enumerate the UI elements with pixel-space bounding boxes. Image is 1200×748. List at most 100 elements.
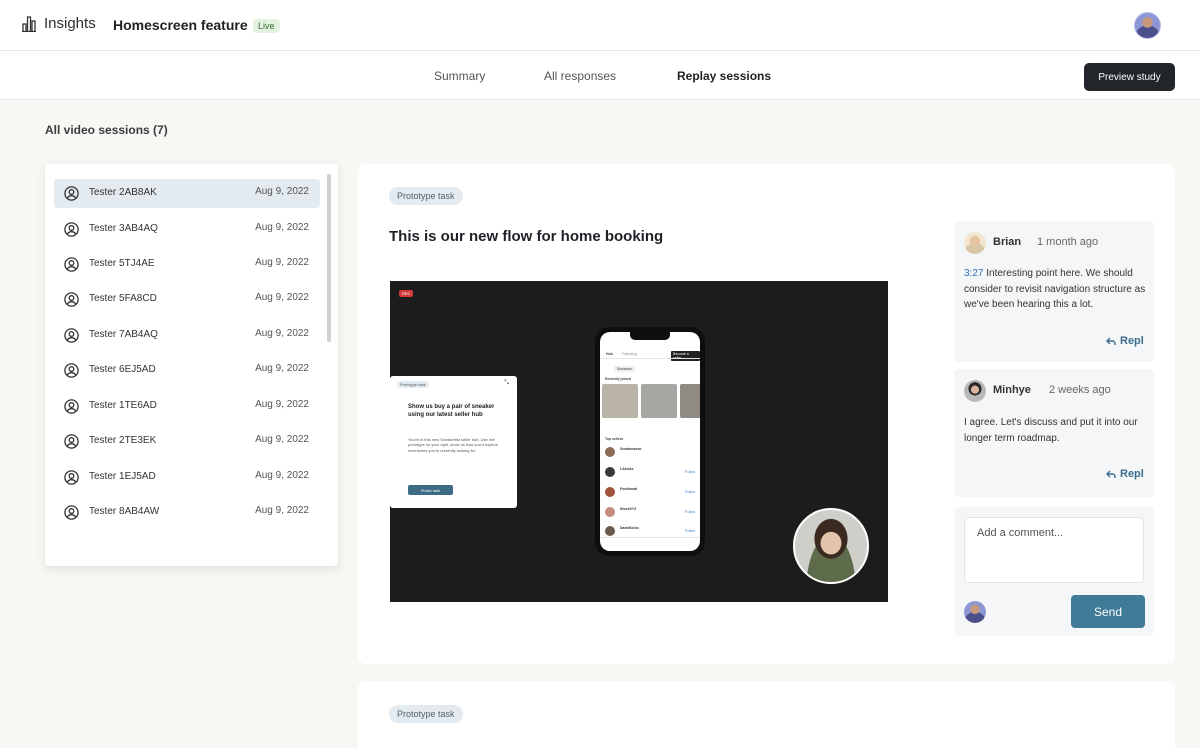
user-circle-icon bbox=[64, 363, 79, 378]
session-row[interactable]: Tester 3AB4AQ Aug 9, 2022 bbox=[54, 215, 320, 244]
reply-label: Repl bbox=[1120, 468, 1144, 480]
tab-summary[interactable]: Summary bbox=[434, 69, 485, 83]
user-avatar[interactable] bbox=[1134, 12, 1161, 39]
session-row[interactable]: Tester 5TJ4AE Aug 9, 2022 bbox=[54, 250, 320, 279]
phone-become-seller: Become a seller bbox=[671, 351, 700, 361]
session-date: Aug 9, 2022 bbox=[255, 470, 309, 481]
session-row[interactable]: Tester 5FA8CD Aug 9, 2022 bbox=[54, 285, 320, 314]
bar-chart-icon bbox=[22, 15, 36, 32]
send-button[interactable]: Send bbox=[1071, 595, 1145, 628]
user-circle-icon bbox=[64, 470, 79, 485]
phone-filter-chip: Sneakers bbox=[614, 366, 635, 372]
session-name: Tester 7AB4AQ bbox=[89, 329, 158, 340]
seller-avatar bbox=[605, 507, 615, 517]
reply-icon bbox=[1106, 470, 1116, 478]
comment-text: I agree. Let's discuss and put it into o… bbox=[964, 417, 1138, 444]
popup-heading: Show us buy a pair of sneaker using our … bbox=[408, 404, 495, 419]
tab-bar: Summary All responses Replay sessions Pr… bbox=[0, 51, 1200, 100]
phone-seller-row: Footbread Follow bbox=[605, 485, 695, 499]
phone-tile bbox=[680, 384, 700, 418]
reply-label: Repl bbox=[1120, 335, 1144, 347]
comment-input[interactable] bbox=[964, 517, 1144, 583]
task-card: Prototype task This is our new flow for … bbox=[358, 164, 1175, 664]
scrollbar-thumb[interactable] bbox=[327, 174, 331, 342]
user-circle-icon bbox=[64, 328, 79, 343]
seller-name: LAkicks bbox=[620, 467, 634, 471]
phone-seller-row: LAkicks Follow bbox=[605, 465, 695, 479]
user-circle-icon bbox=[64, 505, 79, 520]
collapse-icon: ⤡ bbox=[504, 380, 509, 386]
session-row[interactable]: Tester 6EJ5AD Aug 9, 2022 bbox=[54, 356, 320, 385]
top-bar: Insights Homescreen feature Live bbox=[0, 0, 1200, 51]
preview-study-button[interactable]: Preview study bbox=[1084, 63, 1175, 91]
avatar bbox=[964, 380, 986, 402]
video-timestamp-link[interactable]: 3:27 bbox=[964, 268, 983, 279]
task-popup: Prototype task ⤡ Show us buy a pair of s… bbox=[390, 376, 517, 508]
popup-body: You're in this new Sneakerlist seller hu… bbox=[408, 437, 499, 453]
finish-task-button: Finish task bbox=[408, 485, 453, 495]
user-circle-icon bbox=[64, 434, 79, 449]
comment-author: Brian bbox=[993, 236, 1022, 248]
task-card: Prototype task bbox=[358, 681, 1175, 748]
reply-button[interactable]: Repl bbox=[1106, 335, 1144, 347]
comment-card: Minhye 2 weeks ago I agree. Let's discus… bbox=[954, 369, 1154, 497]
seller-name: Sneakmaster bbox=[620, 447, 642, 451]
session-date: Aug 9, 2022 bbox=[255, 399, 309, 410]
reply-icon bbox=[1106, 337, 1116, 345]
comment-text: 3:27 Interesting point here. We should c… bbox=[964, 266, 1146, 313]
session-name: Tester 2TE3EK bbox=[89, 435, 157, 446]
comment-card: Brian 1 month ago 3:27 Interesting point… bbox=[954, 221, 1154, 362]
phone-recently-joined: Recently joined bbox=[605, 377, 631, 381]
user-circle-icon bbox=[64, 186, 79, 201]
avatar bbox=[964, 601, 986, 623]
follow-label: Follow bbox=[684, 529, 695, 533]
seller-name: DavidKicks bbox=[620, 526, 639, 530]
seller-avatar bbox=[605, 487, 615, 497]
session-date: Aug 9, 2022 bbox=[255, 292, 309, 303]
session-row[interactable]: Tester 1EJ5AD Aug 9, 2022 bbox=[54, 463, 320, 492]
user-circle-icon bbox=[64, 292, 79, 307]
rec-badge: REC bbox=[399, 290, 414, 297]
phone-seller-row: Sneakmaster bbox=[605, 445, 695, 459]
session-row[interactable]: Tester 2TE3EK Aug 9, 2022 bbox=[54, 427, 320, 456]
session-name: Tester 1TE6AD bbox=[89, 400, 157, 411]
session-name: Tester 5FA8CD bbox=[89, 293, 157, 304]
session-video[interactable]: REC Prototype task ⤡ Show us buy a pair … bbox=[390, 281, 888, 602]
session-row[interactable]: Tester 8AB4AW Aug 9, 2022 bbox=[54, 498, 320, 527]
session-row[interactable]: Tester 1TE6AD Aug 9, 2022 bbox=[54, 392, 320, 421]
status-badge: Live bbox=[253, 19, 280, 33]
session-date: Aug 9, 2022 bbox=[255, 222, 309, 233]
phone-nav-bar bbox=[600, 537, 700, 551]
phone-mockup: Hub Following Become a seller Sneakers R… bbox=[595, 327, 705, 556]
session-date: Aug 9, 2022 bbox=[255, 257, 309, 268]
user-circle-icon bbox=[64, 222, 79, 237]
comment-body: Interesting point here. We should consid… bbox=[964, 268, 1146, 310]
seller-avatar bbox=[605, 447, 615, 457]
comment-time: 2 weeks ago bbox=[1049, 384, 1111, 396]
app-brand[interactable]: Insights bbox=[22, 15, 96, 32]
avatar bbox=[964, 232, 986, 254]
session-date: Aug 9, 2022 bbox=[255, 505, 309, 516]
comment-author: Minhye bbox=[993, 384, 1031, 396]
session-row[interactable]: Tester 2AB8AK Aug 9, 2022 bbox=[54, 179, 320, 208]
follow-label: Follow bbox=[684, 510, 695, 514]
session-name: Tester 3AB4AQ bbox=[89, 223, 158, 234]
session-row[interactable]: Tester 7AB4AQ Aug 9, 2022 bbox=[54, 321, 320, 350]
task-title: This is our new flow for home booking bbox=[389, 228, 664, 245]
prototype-task-tag: Prototype task bbox=[389, 187, 463, 205]
session-date: Aug 9, 2022 bbox=[255, 363, 309, 374]
app-name: Insights bbox=[44, 15, 96, 32]
tab-replay-sessions[interactable]: Replay sessions bbox=[677, 69, 771, 83]
session-name: Tester 5TJ4AE bbox=[89, 258, 155, 269]
prototype-task-tag: Prototype task bbox=[389, 705, 463, 723]
session-name: Tester 1EJ5AD bbox=[89, 471, 156, 482]
reply-button[interactable]: Repl bbox=[1106, 468, 1144, 480]
phone-tile bbox=[602, 384, 638, 418]
tab-all-responses[interactable]: All responses bbox=[544, 69, 616, 83]
user-circle-icon bbox=[64, 257, 79, 272]
seller-name: StockXYZ bbox=[620, 507, 637, 511]
page-title: Homescreen feature bbox=[113, 17, 248, 33]
popup-tag: Prototype task bbox=[397, 381, 429, 388]
phone-tab-following: Following bbox=[622, 352, 637, 356]
comment-time: 1 month ago bbox=[1037, 236, 1099, 248]
